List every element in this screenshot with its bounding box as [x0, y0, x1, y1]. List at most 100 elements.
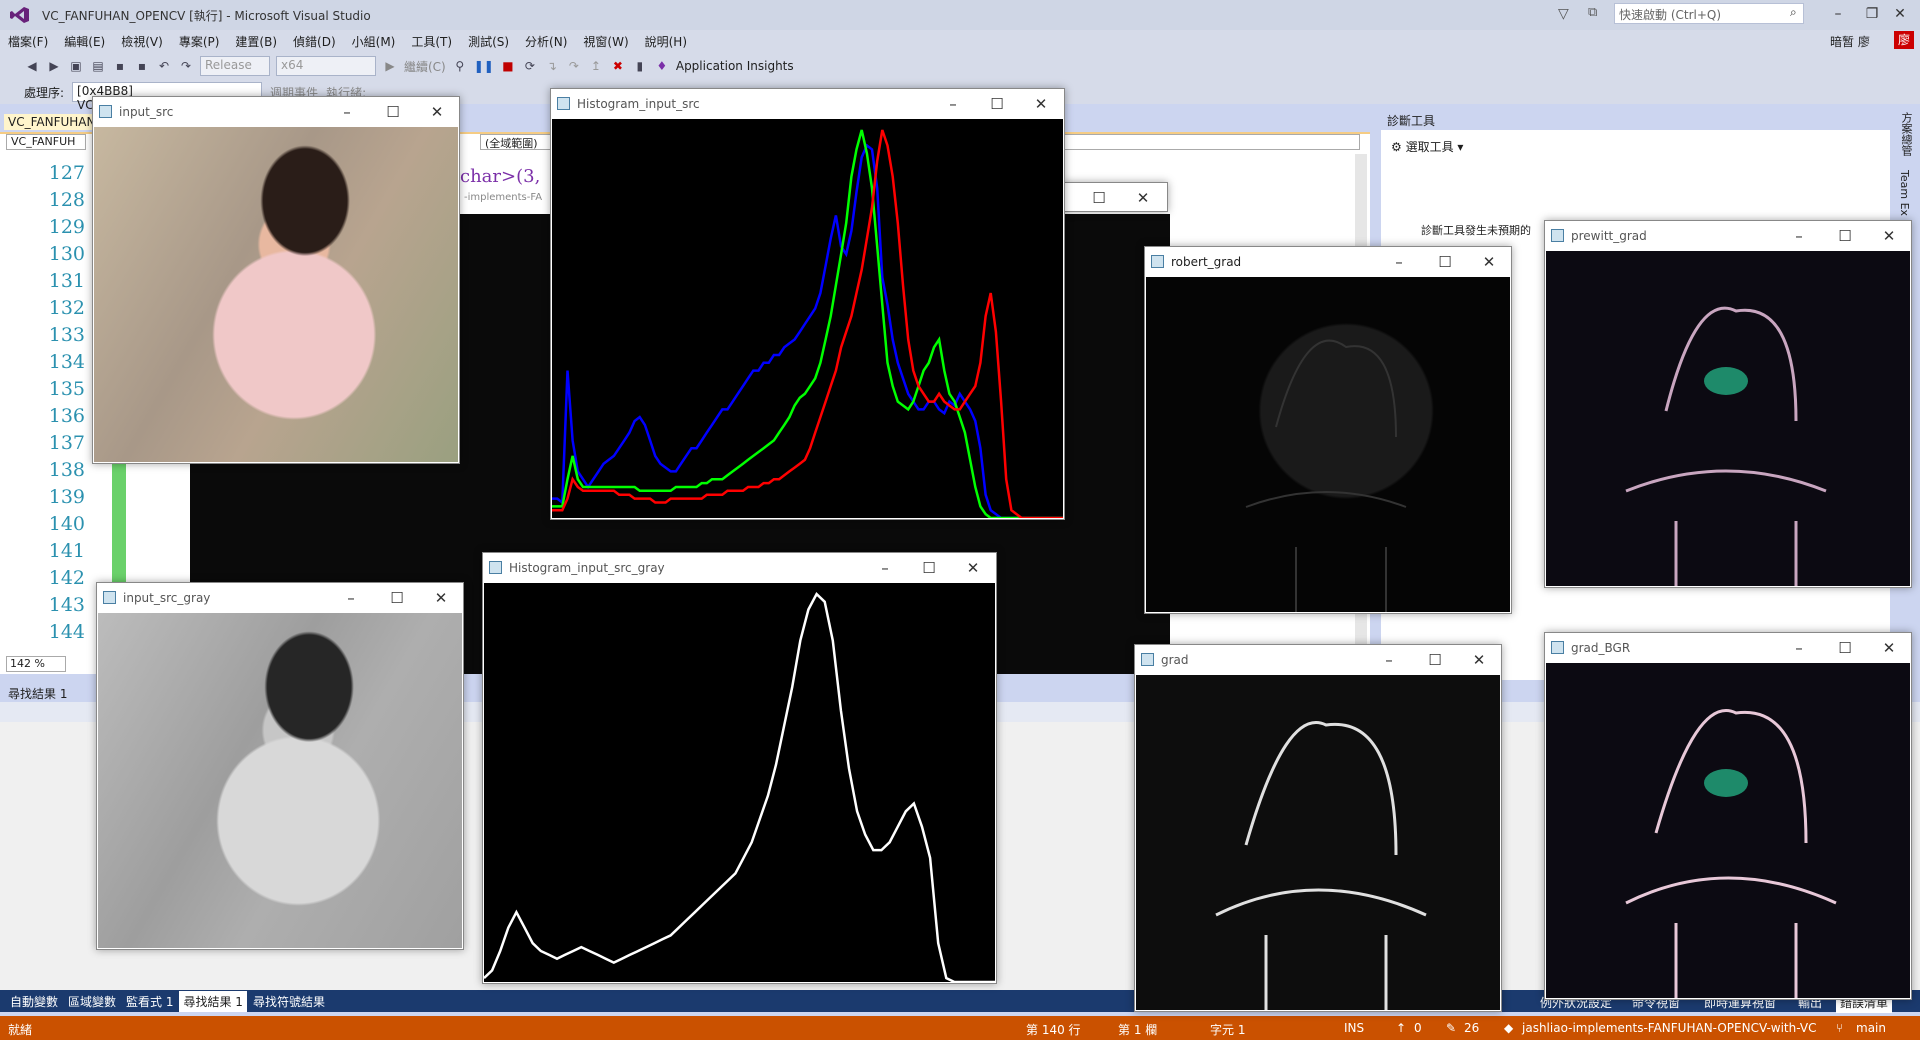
- attach-icon[interactable]: ⚲: [452, 56, 468, 76]
- project-dropdown[interactable]: VC_FANFUH: [6, 134, 86, 150]
- minimize-icon[interactable]: –: [329, 583, 373, 613]
- menu-test[interactable]: 測試(S): [460, 33, 517, 50]
- bookmark-icon[interactable]: ▮: [632, 56, 648, 76]
- configuration-select[interactable]: Release: [200, 56, 270, 76]
- maximize-icon[interactable]: ☐: [371, 97, 415, 127]
- menu-file[interactable]: 檔案(F): [0, 33, 56, 50]
- forward-icon[interactable]: ▶: [46, 56, 62, 76]
- repo-icon[interactable]: ◆: [1504, 1021, 1513, 1035]
- tab-locals[interactable]: 區域變數: [64, 991, 120, 1012]
- branch-icon[interactable]: ⑂: [1836, 1021, 1843, 1035]
- step-into-icon[interactable]: ↴: [544, 56, 560, 76]
- app-insights-button[interactable]: Application Insights: [676, 56, 794, 76]
- status-edits-count[interactable]: 26: [1464, 1021, 1479, 1035]
- maximize-icon[interactable]: ☐: [1077, 183, 1121, 213]
- break-all-icon[interactable]: ❚❚: [474, 56, 494, 76]
- menu-debug[interactable]: 偵錯(D): [285, 33, 344, 50]
- exception-icon[interactable]: ✖: [610, 56, 626, 76]
- maximize-icon[interactable]: ☐: [1823, 633, 1867, 663]
- maximize-icon[interactable]: ☐: [907, 553, 951, 583]
- user-name[interactable]: 暗暂 廖: [1830, 33, 1870, 50]
- minimize-icon[interactable]: –: [1377, 247, 1421, 277]
- window-grad-bgr[interactable]: grad_BGR – ☐ ✕: [1544, 632, 1912, 1000]
- window-histogram-src[interactable]: Histogram_input_src – ☐ ✕: [550, 88, 1065, 520]
- minimize-icon[interactable]: –: [1367, 645, 1411, 675]
- maximize-icon[interactable]: ☐: [1413, 645, 1457, 675]
- close-icon[interactable]: ✕: [1467, 247, 1511, 277]
- close-icon[interactable]: ✕: [1121, 183, 1165, 213]
- menu-edit[interactable]: 編輯(E): [56, 33, 113, 50]
- step-out-icon[interactable]: ↥: [588, 56, 604, 76]
- user-avatar-icon[interactable]: 廖: [1894, 31, 1914, 49]
- step-over-icon[interactable]: ↷: [566, 56, 582, 76]
- select-tools-button[interactable]: ⚙ 選取工具 ▾: [1391, 138, 1463, 155]
- menu-analyze[interactable]: 分析(N): [517, 33, 575, 50]
- open-file-icon[interactable]: ▤: [90, 56, 106, 76]
- maximize-icon[interactable]: ☐: [975, 89, 1019, 119]
- minimize-icon[interactable]: –: [1777, 633, 1821, 663]
- tab-watch-1[interactable]: 監看式 1: [122, 991, 177, 1012]
- undo-icon[interactable]: ↶: [156, 56, 172, 76]
- minimize-icon[interactable]: –: [1777, 221, 1821, 251]
- feedback-icon[interactable]: ⧉: [1588, 5, 1597, 20]
- menu-tools[interactable]: 工具(T): [403, 33, 460, 50]
- line-number: 128: [48, 189, 85, 211]
- window-input-gray[interactable]: input_src_gray – ☐ ✕: [96, 582, 464, 950]
- line-number: 134: [48, 351, 85, 373]
- new-project-icon[interactable]: ▣: [68, 56, 84, 76]
- window-title: grad: [1161, 653, 1189, 667]
- menu-window[interactable]: 視窗(W): [575, 33, 636, 50]
- line-number: 143: [48, 594, 85, 616]
- window-prewitt-grad[interactable]: prewitt_grad – ☐ ✕: [1544, 220, 1912, 588]
- zoom-select[interactable]: 142 %: [6, 656, 66, 672]
- close-button[interactable]: ✕: [1880, 0, 1920, 28]
- tab-autos[interactable]: 自動變數: [6, 991, 62, 1012]
- continue-icon[interactable]: ▶: [382, 56, 398, 76]
- team-explorer-tab[interactable]: Team Ex: [1898, 170, 1911, 216]
- close-icon[interactable]: ✕: [419, 583, 463, 613]
- close-icon[interactable]: ✕: [1867, 633, 1911, 663]
- status-branch[interactable]: main: [1856, 1021, 1886, 1035]
- quick-launch-input[interactable]: 快速啟動 (Ctrl+Q): [1614, 3, 1804, 24]
- platform-select[interactable]: x64: [276, 56, 376, 76]
- save-icon[interactable]: ▪: [112, 56, 128, 76]
- stop-debugging-icon[interactable]: ■: [500, 56, 516, 76]
- close-icon[interactable]: ✕: [1019, 89, 1063, 119]
- menu-view[interactable]: 檢視(V): [113, 33, 171, 50]
- redo-icon[interactable]: ↷: [178, 56, 194, 76]
- search-icon[interactable]: ⌕: [1790, 5, 1797, 20]
- status-repo[interactable]: jashliao-implements-FANFUHAN-OPENCV-with…: [1522, 1021, 1816, 1035]
- app-insights-icon[interactable]: ♦: [654, 56, 670, 76]
- menu-team[interactable]: 小組(M): [344, 33, 404, 50]
- restart-icon[interactable]: ⟳: [522, 56, 538, 76]
- status-up-count[interactable]: 0: [1414, 1021, 1422, 1035]
- pending-edits-icon[interactable]: ✎: [1446, 1021, 1456, 1035]
- publish-up-icon[interactable]: ↑: [1396, 1021, 1406, 1035]
- minimize-icon[interactable]: –: [325, 97, 369, 127]
- close-icon[interactable]: ✕: [1867, 221, 1911, 251]
- window-histogram-gray[interactable]: Histogram_input_src_gray – ☐ ✕: [482, 552, 997, 984]
- window-robert-grad[interactable]: robert_grad – ☐ ✕: [1144, 246, 1512, 614]
- console-titlebar[interactable]: ☐ ✕: [1060, 182, 1168, 212]
- save-all-icon[interactable]: ▪: [134, 56, 150, 76]
- continue-button[interactable]: 繼續(C): [404, 56, 446, 76]
- close-icon[interactable]: ✕: [1457, 645, 1501, 675]
- back-icon[interactable]: ◀: [24, 56, 40, 76]
- select-tools-label: 選取工具: [1405, 140, 1454, 154]
- maximize-icon[interactable]: ☐: [375, 583, 419, 613]
- menu-project[interactable]: 專案(P): [171, 33, 228, 50]
- maximize-icon[interactable]: ☐: [1423, 247, 1467, 277]
- minimize-icon[interactable]: –: [863, 553, 907, 583]
- filter-icon[interactable]: ▽: [1558, 6, 1569, 22]
- window-input-src[interactable]: input_src – ☐ ✕: [92, 96, 460, 464]
- tab-find-results-1[interactable]: 尋找結果 1: [179, 990, 247, 1012]
- close-icon[interactable]: ✕: [951, 553, 995, 583]
- maximize-icon[interactable]: ☐: [1823, 221, 1867, 251]
- close-icon[interactable]: ✕: [415, 97, 459, 127]
- window-grad[interactable]: grad – ☐ ✕: [1134, 644, 1502, 1012]
- minimize-icon[interactable]: –: [931, 89, 975, 119]
- menu-help[interactable]: 說明(H): [637, 33, 695, 50]
- solution-explorer-tab[interactable]: 方案總管: [1898, 112, 1914, 156]
- menu-build[interactable]: 建置(B): [227, 33, 285, 50]
- tab-find-symbol-results[interactable]: 尋找符號結果: [249, 991, 329, 1012]
